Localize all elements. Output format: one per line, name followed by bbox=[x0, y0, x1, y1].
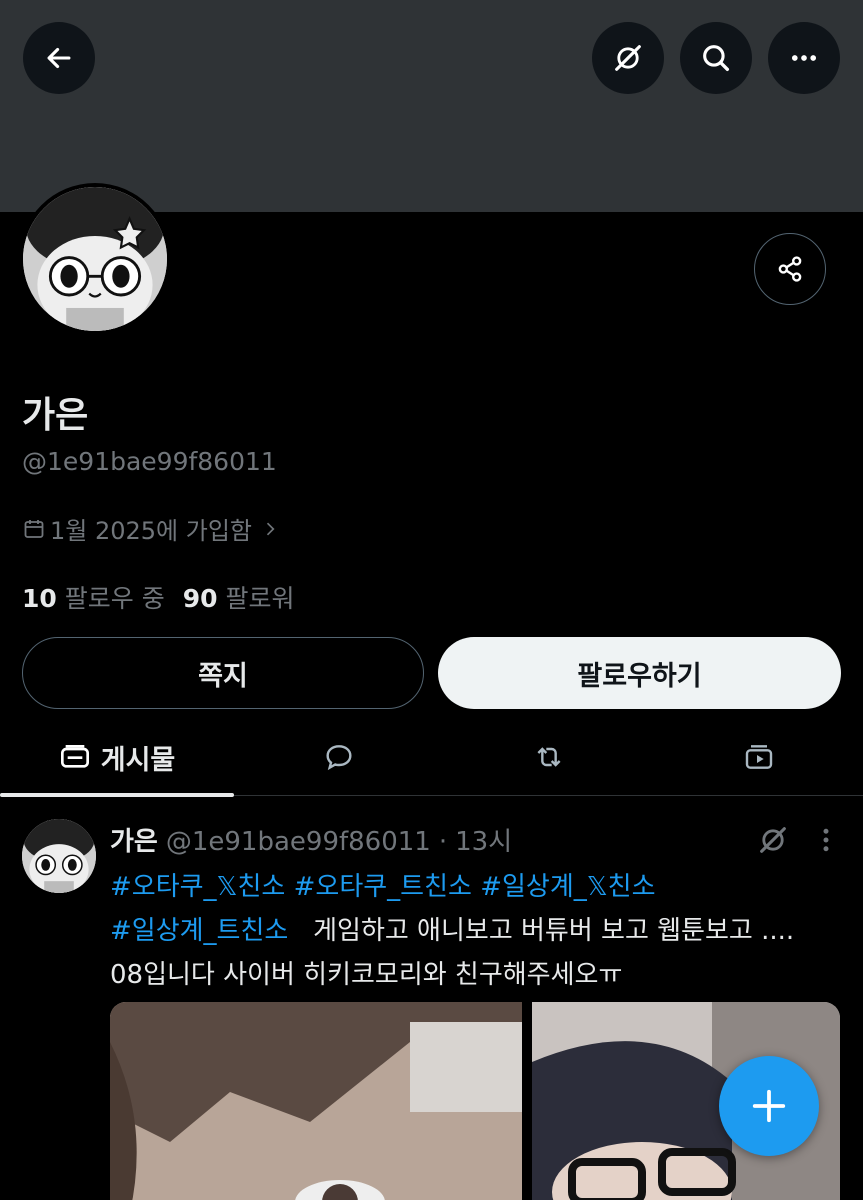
plus-icon bbox=[752, 1089, 786, 1123]
grok-icon[interactable] bbox=[756, 823, 790, 857]
share-icon bbox=[778, 256, 802, 282]
tab-media[interactable] bbox=[654, 718, 863, 796]
tab-posts-label: 게시물 bbox=[100, 744, 176, 776]
more-button[interactable] bbox=[768, 22, 840, 94]
followers-link[interactable]: 90 팔로워 bbox=[183, 579, 295, 615]
hashtag-link[interactable]: #오타쿠_트친소 bbox=[294, 872, 472, 902]
profile-display-name: 가은 bbox=[22, 395, 89, 436]
search-icon bbox=[703, 45, 730, 72]
following-link[interactable]: 10 팔로우 중 bbox=[22, 579, 165, 615]
calendar-icon bbox=[24, 519, 44, 538]
post-avatar[interactable] bbox=[22, 819, 96, 893]
post-media-1[interactable] bbox=[110, 1002, 522, 1200]
post-timestamp[interactable]: 13시 bbox=[455, 821, 512, 858]
grok-icon bbox=[615, 45, 641, 71]
tab-posts[interactable]: 게시물 bbox=[0, 718, 234, 797]
tab-reposts[interactable] bbox=[444, 718, 654, 796]
post-text: #오타쿠_𝕏친소 #오타쿠_트친소 #일상계_𝕏친소 #일상계_트친소 게임하고… bbox=[110, 865, 845, 997]
photo-image bbox=[110, 1002, 522, 1200]
post-body-line1: 게임하고 애니보고 버튜버 보고 웹툰보고 .... bbox=[313, 916, 795, 946]
share-button[interactable] bbox=[754, 233, 826, 305]
compose-fab[interactable] bbox=[719, 1056, 819, 1156]
profile-tabs: 게시물 bbox=[0, 718, 863, 797]
follow-button[interactable]: 팔로우하기 bbox=[438, 637, 841, 709]
more-horizontal-icon bbox=[791, 55, 817, 61]
reposts-icon bbox=[537, 747, 561, 767]
joined-date[interactable]: 1월 2025에 가입함 bbox=[22, 511, 280, 546]
avatar-image bbox=[23, 187, 167, 331]
message-button[interactable]: 쪽지 bbox=[22, 637, 424, 709]
tab-replies[interactable] bbox=[234, 718, 444, 796]
hashtag-link[interactable]: #오타쿠_𝕏친소 bbox=[110, 872, 285, 902]
chevron-right-icon bbox=[266, 522, 275, 535]
post-author-name[interactable]: 가은 bbox=[110, 821, 158, 858]
avatar-image bbox=[22, 819, 96, 893]
follow-stats: 10 팔로우 중 90 팔로워 bbox=[22, 579, 294, 615]
more-vertical-icon[interactable] bbox=[814, 825, 838, 855]
media-icon bbox=[745, 745, 772, 769]
post-header: 가은 @1e91bae99f86011 · 13시 bbox=[110, 821, 512, 858]
posts-icon bbox=[60, 745, 89, 768]
arrow-left-icon bbox=[47, 47, 71, 69]
followers-count: 90 bbox=[182, 584, 218, 613]
following-count: 10 bbox=[22, 584, 57, 613]
joined-text: 1월 2025에 가입함 bbox=[50, 517, 253, 545]
grok-button[interactable] bbox=[592, 22, 664, 94]
post-body-line2: 08입니다 사이버 히키코모리와 친구해주세오ㅠ bbox=[110, 960, 623, 990]
replies-icon bbox=[326, 745, 352, 771]
post-separator: · bbox=[438, 827, 448, 857]
following-label: 팔로우 중 bbox=[64, 584, 165, 613]
hashtag-link[interactable]: #일상계_𝕏친소 bbox=[480, 872, 655, 902]
search-button[interactable] bbox=[680, 22, 752, 94]
back-button[interactable] bbox=[23, 22, 95, 94]
followers-label: 팔로워 bbox=[225, 584, 295, 613]
profile-avatar[interactable] bbox=[19, 183, 171, 335]
post-author-handle[interactable]: @1e91bae99f86011 bbox=[166, 827, 431, 857]
profile-handle: @1e91bae99f86011 bbox=[22, 447, 277, 476]
hashtag-link[interactable]: #일상계_트친소 bbox=[110, 916, 288, 946]
